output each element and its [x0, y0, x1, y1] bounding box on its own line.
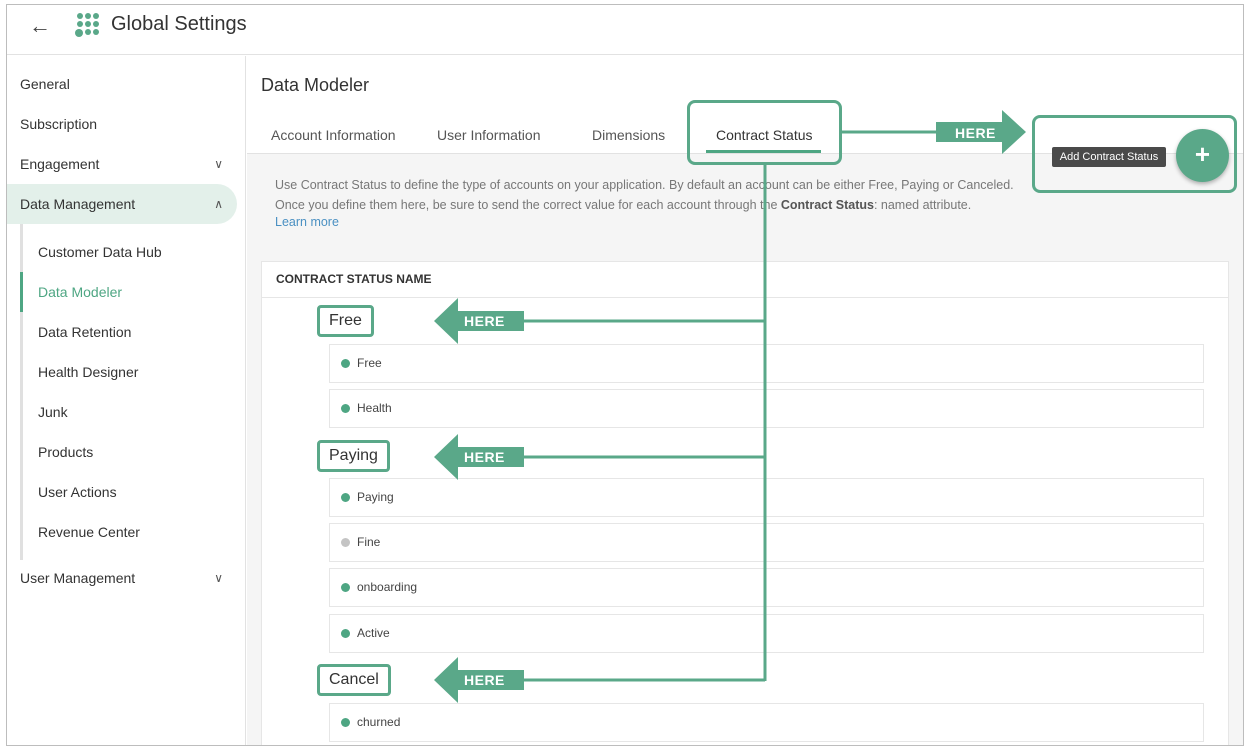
- here-label: HERE: [464, 313, 505, 329]
- annotation-connectors: [524, 130, 936, 682]
- here-label: HERE: [955, 125, 996, 141]
- annotation-overlay: [434, 110, 1026, 703]
- here-label: HERE: [464, 449, 505, 465]
- annotation-arrows: [434, 110, 1026, 703]
- here-label: HERE: [464, 672, 505, 688]
